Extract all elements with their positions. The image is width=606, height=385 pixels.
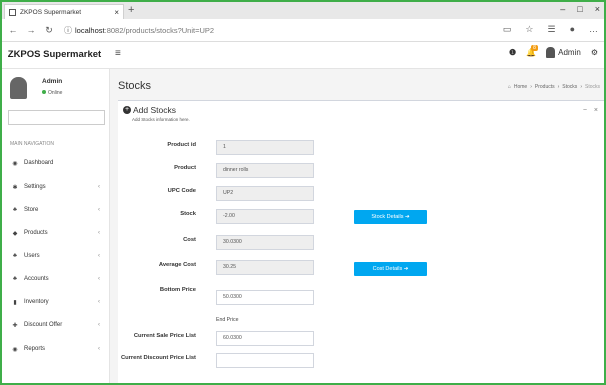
- cost-label: Cost: [183, 237, 196, 243]
- tab-close-icon[interactable]: ×: [114, 8, 119, 17]
- forward-icon[interactable]: →: [24, 25, 38, 35]
- app-header: ZKPOS Supermarket ≡ ❶ 🔔 8 Admin ⚙: [2, 42, 604, 69]
- home-icon: ⌂: [507, 84, 511, 90]
- notification-bell-icon[interactable]: 🔔 8: [526, 45, 538, 57]
- notification-badge: 8: [531, 45, 538, 51]
- bottom-price-label: Bottom Price: [159, 287, 196, 293]
- plus-circle-icon: +: [123, 106, 131, 114]
- header-user-name: Admin: [558, 48, 581, 57]
- page-title: Stocks: [118, 80, 152, 92]
- product-field[interactable]: dinner rolls: [216, 163, 314, 178]
- sidebar-item-users[interactable]: ♣ Users ‹: [2, 250, 108, 262]
- inventory-icon: ▮: [13, 299, 17, 306]
- breadcrumb-home[interactable]: Home: [514, 84, 527, 90]
- cost-details-button[interactable]: Cost Details ➔: [354, 262, 427, 276]
- breadcrumb-products[interactable]: Products: [535, 84, 555, 90]
- stock-label: Stock: [180, 211, 196, 217]
- minimize-button[interactable]: –: [560, 4, 565, 14]
- plus-icon: ✚: [12, 322, 18, 329]
- average-cost-field[interactable]: 30.25: [216, 260, 314, 275]
- collections-icon[interactable]: ☰: [547, 24, 555, 35]
- refresh-icon[interactable]: ↻: [42, 25, 56, 36]
- browser-tab[interactable]: ZKPOS Supermarket ×: [4, 4, 124, 19]
- eye-icon: ◉: [12, 346, 18, 353]
- info-circle-icon[interactable]: ❶: [509, 48, 516, 57]
- sidebar-item-accounts[interactable]: ♣ Accounts ‹: [2, 273, 108, 285]
- tab-bar: ZKPOS Supermarket × + – □ ×: [2, 2, 604, 19]
- maximize-button[interactable]: □: [577, 4, 582, 14]
- sidebar-item-inventory[interactable]: ▮ Inventory ‹: [2, 296, 108, 308]
- bottom-price-field[interactable]: 50.0300: [216, 290, 314, 305]
- read-mode-icon[interactable]: ▭: [503, 24, 512, 35]
- back-icon[interactable]: ←: [6, 25, 20, 35]
- current-sale-price-label: Current Sale Price List: [133, 333, 196, 339]
- user-avatar: [10, 77, 27, 99]
- average-cost-label: Average Cost: [158, 262, 196, 268]
- gears-icon[interactable]: ⚙: [591, 48, 598, 57]
- upc-code-field[interactable]: UP2: [216, 186, 314, 201]
- close-icon[interactable]: ×: [594, 107, 598, 114]
- app-logo[interactable]: ZKPOS Supermarket: [2, 42, 107, 68]
- product-label: Product: [174, 165, 196, 171]
- sidebar-item-discount-offer[interactable]: ✚ Discount Offer ‹: [2, 319, 108, 331]
- current-discount-price-label: Current Discount Price List: [120, 355, 196, 361]
- collapse-icon[interactable]: −: [583, 107, 587, 114]
- product-id-label: Product id: [167, 142, 196, 148]
- sidebar-item-reports[interactable]: ◉ Reports ‹: [2, 343, 108, 355]
- content-area: Stocks ⌂ Home › Products › Stocks › Stocks …: [110, 69, 604, 383]
- add-stocks-box: + Add Stocks Add Stocks information here.…: [118, 100, 604, 383]
- avatar: [546, 47, 556, 58]
- user-menu[interactable]: Admin: [546, 47, 581, 58]
- favorites-icon[interactable]: ☆: [525, 24, 533, 35]
- breadcrumb: ⌂ Home › Products › Stocks › Stocks: [507, 84, 600, 90]
- address-bar: ← → ↻ ⓘ localhost:8082/products/stocks?Un…: [2, 19, 604, 42]
- new-tab-button[interactable]: +: [128, 4, 134, 16]
- tab-title: ZKPOS Supermarket: [20, 8, 82, 16]
- user-panel: Admin Online: [8, 75, 108, 103]
- info-icon: ⓘ: [64, 25, 72, 35]
- stock-field[interactable]: -2.00: [216, 209, 314, 224]
- box-title: + Add Stocks: [123, 105, 176, 115]
- more-icon[interactable]: …: [589, 24, 598, 35]
- chevron-left-icon: ‹: [98, 230, 100, 236]
- accounts-icon: ♣: [13, 276, 17, 282]
- store-icon: ♣: [13, 207, 17, 213]
- current-discount-price-field[interactable]: [216, 353, 314, 368]
- browser-window: ZKPOS Supermarket × + – □ × ← → ↻ ⓘ local…: [2, 2, 604, 383]
- users-icon: ♣: [13, 253, 17, 259]
- sidebar-search-input[interactable]: [8, 110, 105, 125]
- box-subtitle: Add Stocks information here.: [132, 117, 190, 122]
- url-field[interactable]: ⓘ localhost:8082/products/stocks?Unit=UP2: [64, 25, 214, 36]
- dashboard-icon: ◉: [12, 160, 18, 167]
- chevron-left-icon: ‹: [98, 253, 100, 259]
- nav-heading: MAIN NAVIGATION: [10, 141, 54, 147]
- close-window-button[interactable]: ×: [595, 4, 600, 14]
- menu-toggle-icon[interactable]: ≡: [115, 48, 121, 59]
- products-icon: ◆: [12, 230, 18, 237]
- product-id-field[interactable]: 1: [216, 140, 314, 155]
- upc-code-label: UPC Code: [167, 188, 196, 194]
- chevron-left-icon: ‹: [98, 276, 100, 282]
- chevron-left-icon: ‹: [98, 299, 100, 305]
- cost-field[interactable]: 30.0300: [216, 235, 314, 250]
- end-price-label: End Price: [216, 317, 239, 323]
- page-icon: [9, 8, 16, 16]
- chevron-left-icon: ‹: [98, 322, 100, 328]
- settings-icon: ✱: [12, 184, 18, 191]
- profile-icon[interactable]: ●: [570, 24, 575, 35]
- user-name: Admin: [42, 78, 63, 85]
- chevron-left-icon: ‹: [98, 346, 100, 352]
- breadcrumb-stocks[interactable]: Stocks: [562, 84, 577, 90]
- online-dot-icon: [42, 90, 46, 94]
- online-status: Online: [42, 90, 62, 96]
- current-sale-price-field[interactable]: 60.0300: [216, 331, 314, 346]
- breadcrumb-current: Stocks: [584, 84, 600, 90]
- stock-details-button[interactable]: Stock Details ➔: [354, 210, 427, 224]
